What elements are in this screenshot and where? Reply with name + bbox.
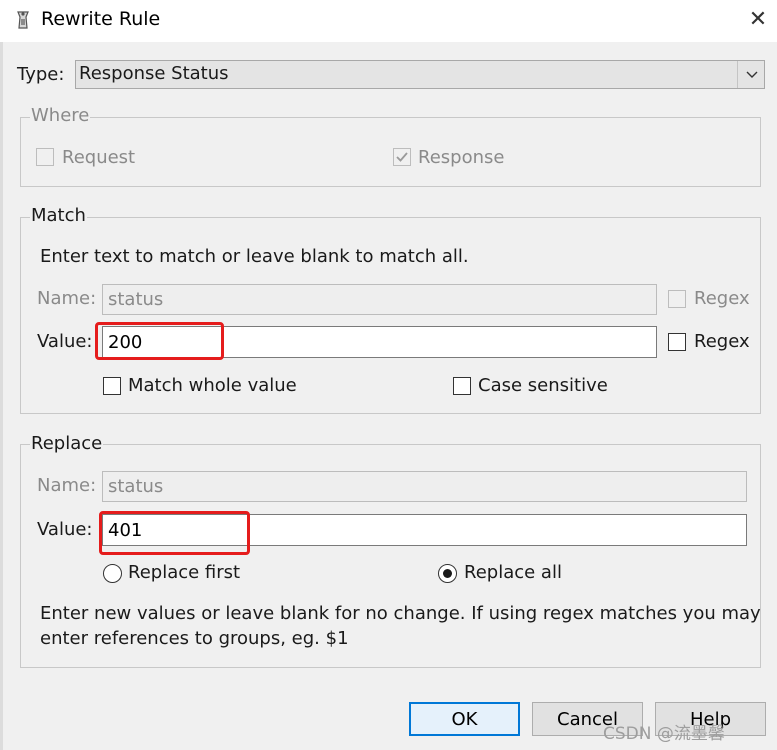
replace-value-highlight-box	[99, 511, 250, 555]
match-name-label: Name:	[37, 288, 97, 309]
match-name-input[interactable]	[102, 284, 657, 315]
replace-name-label: Name:	[37, 475, 97, 496]
value-highlight-box	[95, 322, 224, 360]
match-whole-value-checkbox[interactable]	[103, 377, 121, 395]
match-hint: Enter text to match or leave blank to ma…	[40, 246, 469, 267]
match-name-regex-checkbox[interactable]	[668, 290, 686, 308]
match-whole-value-label: Match whole value	[128, 375, 297, 396]
match-name-regex-label: Regex	[694, 288, 750, 309]
match-value-regex-label: Regex	[694, 331, 750, 352]
replace-first-radio[interactable]	[103, 564, 122, 583]
dropdown-separator	[737, 61, 738, 88]
chevron-down-icon[interactable]	[739, 61, 765, 88]
close-icon[interactable]: ✕	[745, 5, 771, 35]
type-selected-value: Response Status	[79, 63, 229, 84]
replace-first-label: Replace first	[128, 562, 241, 583]
wrench-app-icon	[14, 10, 32, 30]
replace-name-input[interactable]	[102, 471, 747, 502]
case-sensitive-label: Case sensitive	[478, 375, 608, 396]
replace-group-title: Replace	[30, 433, 104, 454]
replace-hint-line1: Enter new values or leave blank for no c…	[40, 603, 761, 624]
ok-button[interactable]: OK	[409, 702, 520, 736]
checkmark-icon	[396, 152, 408, 162]
request-label: Request	[62, 147, 136, 168]
window-edge	[0, 42, 3, 750]
response-label: Response	[418, 147, 505, 168]
request-checkbox[interactable]	[36, 148, 54, 166]
match-value-regex-checkbox[interactable]	[668, 333, 686, 351]
match-value-label: Value:	[37, 331, 93, 352]
where-group-title: Where	[30, 105, 91, 126]
case-sensitive-checkbox[interactable]	[453, 377, 471, 395]
replace-hint-line2: enter references to groups, eg. $1	[40, 628, 349, 649]
replace-all-radio[interactable]	[438, 564, 457, 583]
response-checkbox[interactable]	[393, 148, 411, 166]
radio-selected-dot	[443, 569, 452, 578]
replace-value-label: Value:	[37, 519, 93, 540]
match-group-title: Match	[30, 205, 87, 226]
replace-all-label: Replace all	[464, 562, 562, 583]
watermark-text: CSDN @流墨馨	[603, 724, 725, 744]
window-title: Rewrite Rule	[41, 8, 161, 30]
type-label: Type:	[17, 64, 65, 85]
